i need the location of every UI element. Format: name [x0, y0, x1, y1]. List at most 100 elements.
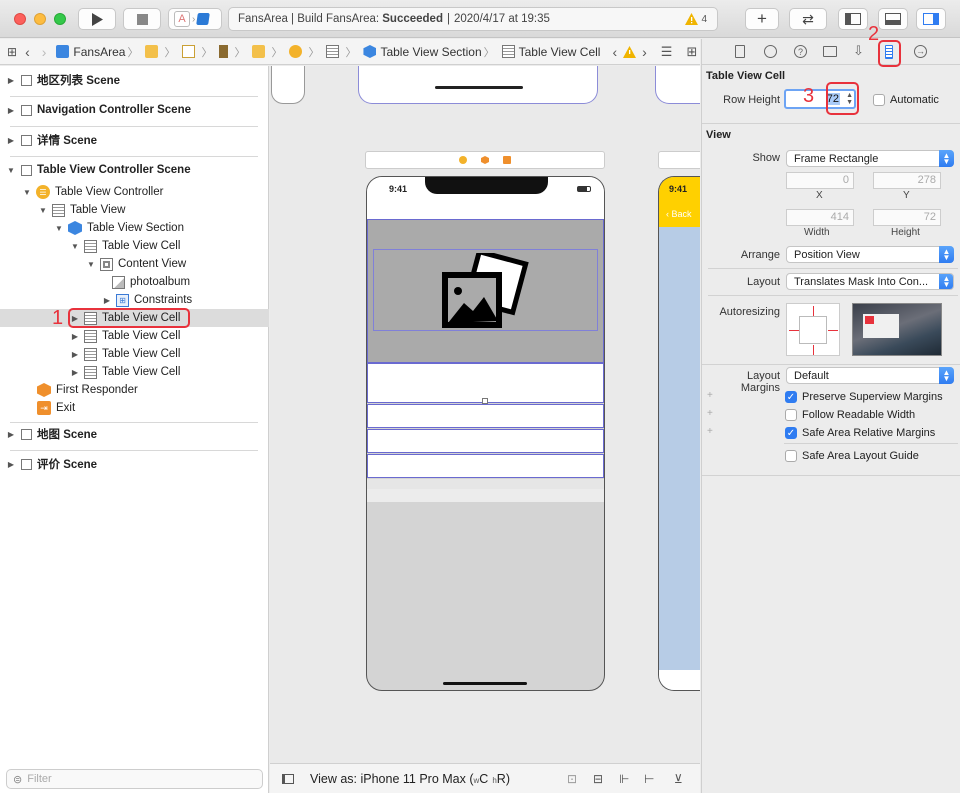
- outline-item-exit[interactable]: ⇥ Exit: [0, 399, 269, 417]
- safe-area-layout-guide-checkbox[interactable]: [785, 450, 797, 462]
- library-add-button[interactable]: +: [745, 8, 779, 30]
- layout-popup[interactable]: Translates Mask Into Con... ▲ ▼: [786, 273, 954, 290]
- align-icon[interactable]: ⊩: [619, 772, 629, 786]
- outline-scene-table-controller[interactable]: ▼ Table View Controller Scene: [0, 161, 269, 179]
- arrange-popup[interactable]: Position View ▲ ▼: [786, 246, 954, 263]
- top-strut[interactable]: [813, 306, 814, 316]
- update-frames-icon[interactable]: ⊡: [567, 772, 577, 786]
- outline-scene-review[interactable]: ▶ 评价 Scene: [0, 455, 269, 473]
- jump-item-storyboard[interactable]: 〉: [182, 44, 215, 60]
- outline-item-table-view-cell[interactable]: ▼ Table View Cell: [0, 237, 269, 255]
- connections-inspector-tab[interactable]: →: [914, 45, 927, 58]
- width-field[interactable]: 414: [786, 209, 854, 226]
- table-cell-photo[interactable]: [367, 219, 604, 363]
- outline-scene-detail[interactable]: ▶ 详情 Scene: [0, 131, 269, 149]
- file-inspector-tab[interactable]: [735, 45, 745, 58]
- follow-readable-width-checkbox[interactable]: [785, 409, 797, 421]
- outline-scene-region-list[interactable]: ▶ 地区列表 Scene: [0, 71, 269, 89]
- height-field[interactable]: 72: [873, 209, 941, 226]
- jump-item-storyboard-base[interactable]: 〉: [219, 44, 248, 60]
- forward-arrow-icon[interactable]: ›: [42, 44, 47, 60]
- disclosure-right-icon[interactable]: ▶: [6, 430, 16, 439]
- editor-options-icon[interactable]: ☰: [661, 44, 673, 60]
- outline-item-table-view-cell[interactable]: ▶ Table View Cell: [0, 327, 269, 345]
- resolve-issues-icon[interactable]: ⊻: [674, 772, 683, 786]
- disclosure-down-icon[interactable]: ▼: [70, 242, 80, 251]
- jump-item-project[interactable]: FansArea 〉: [56, 44, 141, 60]
- table-cell[interactable]: [367, 429, 604, 453]
- outline-item-constraints[interactable]: ▶ ⊞ Constraints: [0, 291, 269, 309]
- back-arrow-icon[interactable]: ‹: [25, 44, 30, 60]
- safe-area-relative-margins-checkbox[interactable]: ✓: [785, 427, 797, 439]
- disclosure-right-icon[interactable]: ▶: [6, 460, 16, 469]
- disclosure-right-icon[interactable]: ▶: [6, 76, 16, 85]
- table-cell[interactable]: [367, 454, 604, 478]
- disclosure-right-icon[interactable]: ▶: [70, 332, 80, 341]
- right-strut[interactable]: [828, 330, 838, 331]
- y-field[interactable]: 278: [873, 172, 941, 189]
- disclosure-down-icon[interactable]: ▼: [38, 206, 48, 215]
- identity-inspector-tab[interactable]: [823, 46, 837, 57]
- table-cell[interactable]: [367, 404, 604, 428]
- offscreen-scene-left[interactable]: [271, 66, 305, 104]
- scheme-selector[interactable]: A ›: [168, 8, 222, 30]
- photoalbum-image-view[interactable]: [373, 249, 598, 331]
- view-controller-icon[interactable]: [459, 156, 467, 164]
- back-button[interactable]: ‹ Back: [666, 209, 692, 219]
- toggle-outline-icon[interactable]: [282, 773, 294, 784]
- outline-item-table-view[interactable]: ▼ Table View: [0, 201, 269, 219]
- previous-issue-icon[interactable]: ‹: [612, 44, 617, 60]
- disclosure-right-icon[interactable]: ▶: [70, 368, 80, 377]
- outline-item-photoalbum[interactable]: photoalbum: [0, 273, 269, 291]
- outline-item-table-view-cell[interactable]: ▶ Table View Cell: [0, 345, 269, 363]
- add-editor-icon[interactable]: ⊞: [686, 44, 697, 60]
- stop-button[interactable]: [123, 8, 161, 30]
- iphone-frame-detail[interactable]: 9:41 ‹ Back: [658, 176, 700, 691]
- outline-scene-nav-controller[interactable]: ▶ Navigation Controller Scene: [0, 101, 269, 119]
- disclosure-right-icon[interactable]: ▶: [102, 296, 112, 305]
- run-button[interactable]: [78, 8, 116, 30]
- storyboard-canvas[interactable]: 9:41 9:41 ‹ Back: [270, 66, 700, 763]
- warning-badge[interactable]: 4: [685, 13, 707, 25]
- outline-item-table-view-cell[interactable]: ▶ Table View Cell: [0, 363, 269, 381]
- autoresizing-mask-control[interactable]: [786, 303, 840, 356]
- warning-icon[interactable]: [623, 45, 637, 58]
- add-variation-icon[interactable]: +: [707, 426, 713, 437]
- next-issue-icon[interactable]: ›: [642, 44, 647, 60]
- automatic-checkbox[interactable]: [873, 94, 885, 106]
- outline-item-table-view-controller[interactable]: ▼ ☰ Table View Controller: [0, 183, 269, 201]
- disclosure-down-icon[interactable]: ▼: [22, 188, 32, 197]
- disclosure-down-icon[interactable]: ▼: [54, 224, 64, 233]
- offscreen-scene-right[interactable]: [655, 66, 700, 104]
- jump-item-table-view[interactable]: 〉: [326, 44, 359, 60]
- jump-item-folder[interactable]: 〉: [145, 44, 178, 60]
- left-strut[interactable]: [789, 330, 799, 331]
- disclosure-right-icon[interactable]: ▶: [6, 136, 16, 145]
- help-inspector-tab[interactable]: ?: [794, 45, 807, 58]
- jump-item-cell[interactable]: Table View Cell: [501, 45, 600, 59]
- close-window-button[interactable]: [14, 13, 26, 25]
- outline-item-content-view[interactable]: ▼ Content View: [0, 255, 269, 273]
- layout-margins-popup[interactable]: Default ▲ ▼: [786, 367, 954, 384]
- add-variation-icon[interactable]: +: [707, 408, 713, 419]
- first-responder-icon[interactable]: [481, 156, 489, 164]
- x-field[interactable]: 0: [786, 172, 854, 189]
- size-pin-icon[interactable]: ⇩: [853, 43, 864, 59]
- add-variation-icon[interactable]: +: [707, 390, 713, 401]
- disclosure-down-icon[interactable]: ▼: [86, 260, 96, 269]
- code-review-button[interactable]: ⇄: [789, 8, 827, 30]
- jump-item-section[interactable]: Table View Section 〉: [363, 44, 497, 60]
- history-inspector-tab[interactable]: [764, 45, 777, 58]
- outline-scene-map[interactable]: ▶ 地图 Scene: [0, 425, 269, 443]
- zoom-window-button[interactable]: [54, 13, 66, 25]
- outline-item-first-responder[interactable]: First Responder: [0, 381, 269, 399]
- iphone-frame[interactable]: 9:41: [366, 176, 605, 691]
- related-items-icon[interactable]: ⊞: [7, 45, 17, 59]
- bottom-strut[interactable]: [813, 345, 814, 355]
- show-popup[interactable]: Frame Rectangle ▲ ▼: [786, 150, 954, 167]
- jump-item-scene[interactable]: 〉: [252, 44, 285, 60]
- table-cell[interactable]: [367, 363, 604, 404]
- exit-icon[interactable]: [503, 156, 511, 164]
- stack-icon[interactable]: ⊟: [593, 772, 603, 786]
- jump-item-controller[interactable]: 〉: [289, 44, 322, 60]
